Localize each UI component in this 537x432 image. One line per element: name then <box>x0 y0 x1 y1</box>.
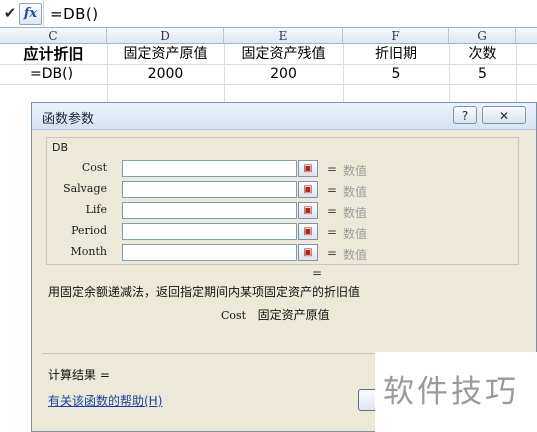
cell-g-value[interactable]: 5 <box>449 64 516 84</box>
arg-hint-period: 数值 <box>343 227 368 241</box>
check-icon[interactable]: ✔ <box>2 4 18 22</box>
arg-hint-salvage: 数值 <box>343 185 368 199</box>
arg-label-month: Month <box>70 245 107 258</box>
collapse-dialog-icon[interactable]: ▣ <box>298 223 318 240</box>
equals-sign: = <box>327 246 338 260</box>
column-header-e[interactable]: E <box>224 28 343 44</box>
cell-f-value[interactable]: 5 <box>343 64 449 84</box>
equals-sign: = <box>327 162 338 176</box>
argument-description-text: 固定资产原值 <box>257 308 330 322</box>
watermark: 软件技巧 <box>375 352 537 432</box>
life-input[interactable] <box>122 202 297 219</box>
cell-g-header[interactable]: 次数 <box>449 44 516 64</box>
equals-sign: = <box>327 225 338 239</box>
column-header-c[interactable]: C <box>0 28 107 44</box>
equals-sign: = <box>327 183 338 197</box>
arguments-panel: DB Cost ▣ = 数值 Salvage ▣ = 数值 Life ▣ = 数… <box>46 137 519 265</box>
close-button[interactable]: ✕ <box>482 106 526 124</box>
formula-bar: ✔ fx =DB() <box>0 0 537 28</box>
arg-label-period: Period <box>71 224 107 237</box>
help-button[interactable]: ? <box>453 106 477 124</box>
column-header-h[interactable] <box>516 28 537 44</box>
collapse-dialog-icon[interactable]: ▣ <box>298 160 318 177</box>
arg-hint-life: 数值 <box>343 206 368 220</box>
cell-c-formula[interactable]: =DB() <box>0 64 110 84</box>
cost-input[interactable] <box>122 160 297 177</box>
function-name: DB <box>52 141 69 154</box>
formula-input[interactable]: =DB() <box>50 5 99 23</box>
collapse-dialog-icon[interactable]: ▣ <box>298 244 318 261</box>
cell-f-header[interactable]: 折旧期 <box>343 44 449 64</box>
column-header-f[interactable]: F <box>343 28 449 44</box>
dialog-titlebar[interactable]: 函数参数 ? ✕ <box>32 103 536 130</box>
equals-sign: = <box>327 204 338 218</box>
column-header-d[interactable]: D <box>107 28 224 44</box>
month-input[interactable] <box>122 244 297 261</box>
cell-e-header[interactable]: 固定资产残值 <box>224 44 343 64</box>
grid-line <box>516 44 517 104</box>
argument-description: Cost 固定资产原值 <box>221 306 330 323</box>
insert-function-button[interactable]: fx <box>19 3 42 25</box>
arg-hint-month: 数值 <box>343 248 368 262</box>
arg-label-cost: Cost <box>81 161 107 174</box>
arg-label-life: Life <box>85 203 107 216</box>
arg-label-salvage: Salvage <box>63 182 107 195</box>
dialog-title: 函数参数 <box>42 112 95 127</box>
cell-e-value[interactable]: 200 <box>224 64 343 84</box>
argument-description-name: Cost <box>221 309 247 322</box>
calculation-result: 计算结果 = <box>48 368 110 382</box>
collapse-dialog-icon[interactable]: ▣ <box>298 202 318 219</box>
collapse-dialog-icon[interactable]: ▣ <box>298 181 318 198</box>
grid-line <box>0 84 537 85</box>
cell-c-header[interactable]: 应计折旧 <box>0 44 107 64</box>
period-input[interactable] <box>122 223 297 240</box>
arg-hint-cost: 数值 <box>343 164 368 178</box>
watermark-text: 软件技巧 <box>383 374 519 410</box>
function-help-link[interactable]: 有关该函数的帮助(H) <box>48 392 162 409</box>
formula-result-equals: = <box>312 266 323 280</box>
function-description: 用固定余额递减法，返回指定期间内某项固定资产的折旧值 <box>48 285 361 299</box>
cell-d-value[interactable]: 2000 <box>107 64 224 84</box>
formula-bar-separator <box>43 1 44 26</box>
column-header-g[interactable]: G <box>449 28 516 44</box>
salvage-input[interactable] <box>122 181 297 198</box>
cell-d-header[interactable]: 固定资产原值 <box>107 44 224 64</box>
